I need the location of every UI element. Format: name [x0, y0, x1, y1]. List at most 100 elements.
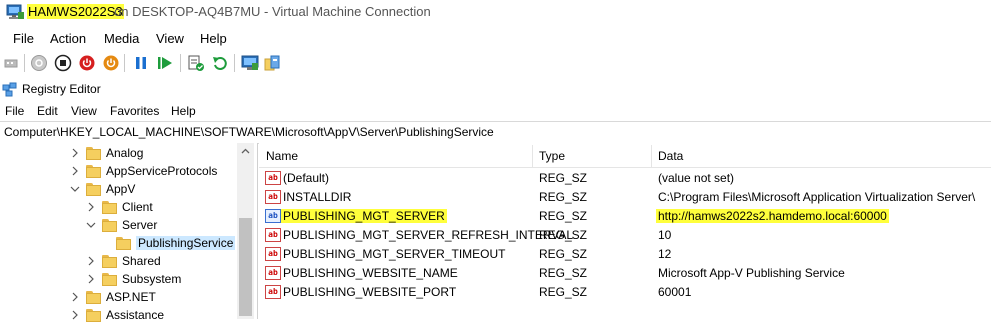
value-name[interactable]: PUBLISHING_WEBSITE_PORT	[283, 285, 456, 299]
list-header	[259, 143, 991, 168]
value-data: Microsoft App-V Publishing Service	[658, 266, 845, 280]
value-type: REG_SZ	[539, 171, 588, 185]
value-data: 60001	[658, 285, 692, 299]
tree-scrollbar-thumb[interactable]	[239, 218, 252, 316]
reg-menu-file[interactable]: File	[5, 104, 24, 118]
folder-icon	[86, 308, 101, 322]
share-icon[interactable]	[263, 54, 281, 72]
tree-item-shared[interactable]: Shared	[86, 252, 161, 270]
tree-item-subsystem[interactable]: Subsystem	[86, 270, 181, 288]
chevron-down-icon[interactable]	[70, 184, 80, 194]
start-icon[interactable]	[30, 54, 48, 72]
tree-item-server[interactable]: Server	[86, 216, 157, 234]
value-type: REG_SZ	[539, 209, 588, 223]
toolbar-separator	[180, 54, 181, 72]
tree-item-publishingservice[interactable]: PublishingService	[116, 234, 236, 252]
reg-menu-edit[interactable]: Edit	[37, 104, 58, 118]
value-name[interactable]: PUBLISHING_MGT_SERVER_REFRESH_INTERVAL	[283, 228, 573, 242]
string-value-icon: ab	[265, 228, 281, 242]
tree-item-client[interactable]: Client	[86, 198, 153, 216]
tree-item-label: Shared	[122, 254, 161, 268]
value-data: http://hamws2022s2.hamdemo.local:60000	[656, 209, 889, 223]
value-name[interactable]: INSTALLDIR	[283, 190, 351, 204]
value-type: REG_SZ	[539, 285, 588, 299]
tree-item-aspnet[interactable]: ASP.NET	[70, 288, 156, 306]
revert-icon[interactable]	[211, 54, 229, 72]
reg-menu-help[interactable]: Help	[171, 104, 196, 118]
value-row[interactable]	[259, 168, 991, 187]
vm-menu-media[interactable]: Media	[104, 31, 139, 46]
chevron-right-icon[interactable]	[70, 166, 80, 176]
tree-item-analog[interactable]: Analog	[70, 144, 143, 162]
folder-icon	[86, 146, 101, 160]
reg-menu-view[interactable]: View	[71, 104, 97, 118]
tree-item-appserviceprotocols[interactable]: AppServiceProtocols	[70, 162, 217, 180]
tree-item-label: Client	[122, 200, 153, 214]
chevron-right-icon[interactable]	[86, 202, 96, 212]
tree-item-label: Server	[122, 218, 158, 232]
registry-window-title: Registry Editor	[22, 82, 101, 96]
chevron-right-icon[interactable]	[86, 256, 96, 266]
tree-item-label: AppV	[106, 182, 136, 196]
vm-menu-action[interactable]: Action	[50, 31, 86, 46]
scroll-up-icon[interactable]	[237, 143, 254, 160]
address-path[interactable]: Computer\HKEY_LOCAL_MACHINE\SOFTWARE\Mic…	[4, 125, 494, 139]
vm-host-name: HAMWS2022S3	[27, 4, 124, 19]
toolbar-separator	[234, 54, 235, 72]
chevron-right-icon[interactable]	[86, 274, 96, 284]
toolbar-separator	[24, 54, 25, 72]
tree-item-label: PublishingService	[136, 236, 236, 250]
value-data: C:\Program Files\Microsoft Application V…	[658, 190, 976, 204]
vm-connection-icon	[6, 4, 24, 20]
value-data: 10	[658, 228, 672, 242]
column-header-data[interactable]: Data	[658, 149, 683, 163]
vm-menu-file[interactable]: File	[13, 31, 34, 46]
checkpoint-icon[interactable]	[187, 54, 205, 72]
tree-item-appv[interactable]: AppV	[70, 180, 135, 198]
column-divider[interactable]	[532, 145, 533, 167]
folder-icon	[102, 272, 117, 286]
turn-off-icon[interactable]	[54, 54, 72, 72]
string-value-icon: ab	[265, 171, 281, 185]
enhanced-session-icon[interactable]	[241, 54, 259, 72]
shut-down-icon[interactable]	[78, 54, 96, 72]
vm-window-title: on DESKTOP-AQ4B7MU - Virtual Machine Con…	[114, 4, 431, 19]
folder-icon	[102, 218, 117, 232]
tree-item-label: Analog	[106, 146, 144, 160]
chevron-down-icon[interactable]	[86, 220, 96, 230]
save-icon[interactable]	[102, 54, 120, 72]
string-value-icon: ab	[265, 209, 281, 223]
string-value-icon: ab	[265, 190, 281, 204]
tree-item-label: AppServiceProtocols	[106, 164, 218, 178]
tree-item-assistance[interactable]: Assistance	[70, 306, 164, 324]
value-name[interactable]: PUBLISHING_MGT_SERVER	[281, 209, 447, 223]
tree-item-label: ASP.NET	[106, 290, 156, 304]
folder-icon	[86, 164, 101, 178]
folder-icon	[116, 236, 131, 250]
folder-icon	[102, 254, 117, 268]
column-header-type[interactable]: Type	[539, 149, 565, 163]
chevron-right-icon[interactable]	[70, 148, 80, 158]
value-name[interactable]: (Default)	[283, 171, 329, 185]
chevron-right-icon[interactable]	[70, 292, 80, 302]
reset-icon[interactable]	[156, 54, 174, 72]
string-value-icon: ab	[265, 247, 281, 261]
value-data: (value not set)	[658, 171, 735, 185]
tree-item-label: Subsystem	[122, 272, 182, 286]
pause-icon[interactable]	[132, 54, 150, 72]
vm-menu-view[interactable]: View	[156, 31, 184, 46]
toolbar-separator	[124, 54, 125, 72]
value-name[interactable]: PUBLISHING_MGT_SERVER_TIMEOUT	[283, 247, 506, 261]
column-divider[interactable]	[651, 145, 652, 167]
column-header-name[interactable]: Name	[266, 149, 298, 163]
value-type: REG_SZ	[539, 266, 588, 280]
reg-menu-favorites[interactable]: Favorites	[110, 104, 159, 118]
value-name[interactable]: PUBLISHING_WEBSITE_NAME	[283, 266, 458, 280]
folder-icon	[86, 182, 101, 196]
value-data: 12	[658, 247, 672, 261]
folder-icon	[102, 200, 117, 214]
value-type: REG_SZ	[539, 247, 588, 261]
value-type: REG_SZ	[539, 228, 588, 242]
ctrl-alt-del-icon[interactable]	[3, 54, 21, 72]
vm-menu-help[interactable]: Help	[200, 31, 227, 46]
